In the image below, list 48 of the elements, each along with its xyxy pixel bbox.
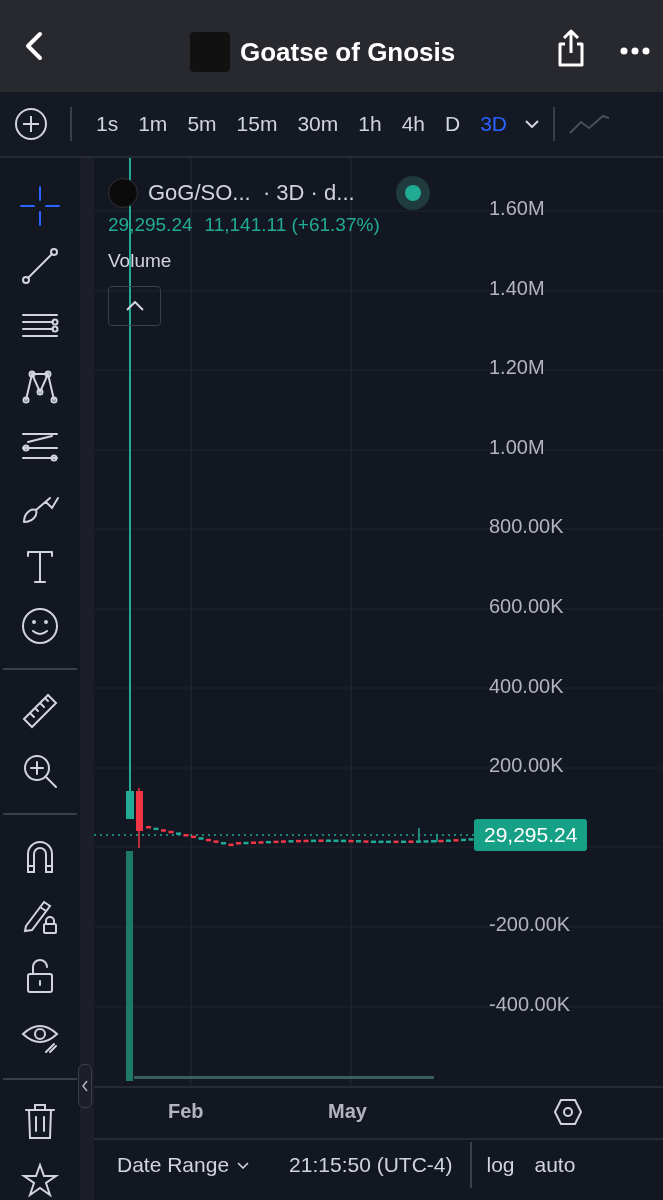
- price-axis-label: 600.00K: [489, 595, 564, 618]
- interval-tab[interactable]: 3D: [470, 112, 518, 136]
- symbol-label: GoG/SO... · 3D · d...: [148, 180, 355, 206]
- line-tool-icon[interactable]: [20, 246, 60, 286]
- price-axis-label: 200.00K: [489, 754, 564, 778]
- chevron-left-icon[interactable]: [82, 1080, 88, 1092]
- interval-tab[interactable]: 1s: [86, 112, 129, 136]
- date-range-button[interactable]: Date Range: [117, 1153, 250, 1177]
- interval-tab[interactable]: 15m: [226, 112, 288, 136]
- interval-tab[interactable]: D: [435, 112, 471, 136]
- more-icon[interactable]: [620, 47, 650, 55]
- candle: [136, 787, 143, 849]
- time-axis-label: Feb: [168, 1100, 204, 1123]
- scale-button[interactable]: auto: [534, 1153, 576, 1177]
- ruler-tool-icon[interactable]: [20, 691, 60, 731]
- collapse-button[interactable]: [108, 286, 161, 326]
- time-axis-label: May: [328, 1100, 367, 1123]
- star-tool-icon[interactable]: [20, 1161, 60, 1200]
- window-title: Goatse of Gnosis: [240, 36, 456, 68]
- collapse-handle[interactable]: [78, 1064, 92, 1108]
- price-axis-label: -400.00K: [489, 993, 571, 1016]
- emoji-tool-icon[interactable]: [20, 606, 60, 646]
- interval-tab[interactable]: 1h: [348, 112, 392, 136]
- price-axis-label: 1.40M: [489, 276, 545, 300]
- clock-time: 21:15:50 (UTC-4): [289, 1153, 453, 1177]
- share-icon[interactable]: [556, 28, 586, 68]
- interval-tab[interactable]: 5m: [177, 112, 227, 136]
- price-axis-label: 800.00K: [489, 515, 564, 539]
- price-axis-label: 1.20M: [489, 356, 545, 380]
- price-axis-label: 1.60M: [489, 197, 545, 220]
- crosshair-tool-icon[interactable]: [20, 186, 60, 226]
- interval-tab[interactable]: 4h: [391, 112, 435, 136]
- price-change: 11,141.11 (+61.37%): [204, 214, 380, 236]
- price-axis-label: 400.00K: [489, 674, 564, 698]
- token-logo: [190, 32, 230, 72]
- add-icon[interactable]: [14, 107, 48, 141]
- last-price-tag: 29,295.24: [474, 819, 588, 851]
- chevron-up-icon: [125, 301, 144, 311]
- chevron-down-icon: [237, 1161, 250, 1169]
- chevron-down-icon[interactable]: [525, 120, 540, 128]
- price-axis-label: 1.00M: [489, 435, 545, 459]
- interval-tab[interactable]: 30m: [287, 112, 349, 136]
- token-logo: [108, 178, 138, 208]
- interval-tab[interactable]: 1m: [128, 112, 178, 136]
- back-icon[interactable]: [24, 31, 44, 61]
- settings-icon[interactable]: [554, 1099, 582, 1125]
- scale-button[interactable]: log: [486, 1153, 515, 1177]
- price-axis-label: -200.00K: [489, 913, 571, 937]
